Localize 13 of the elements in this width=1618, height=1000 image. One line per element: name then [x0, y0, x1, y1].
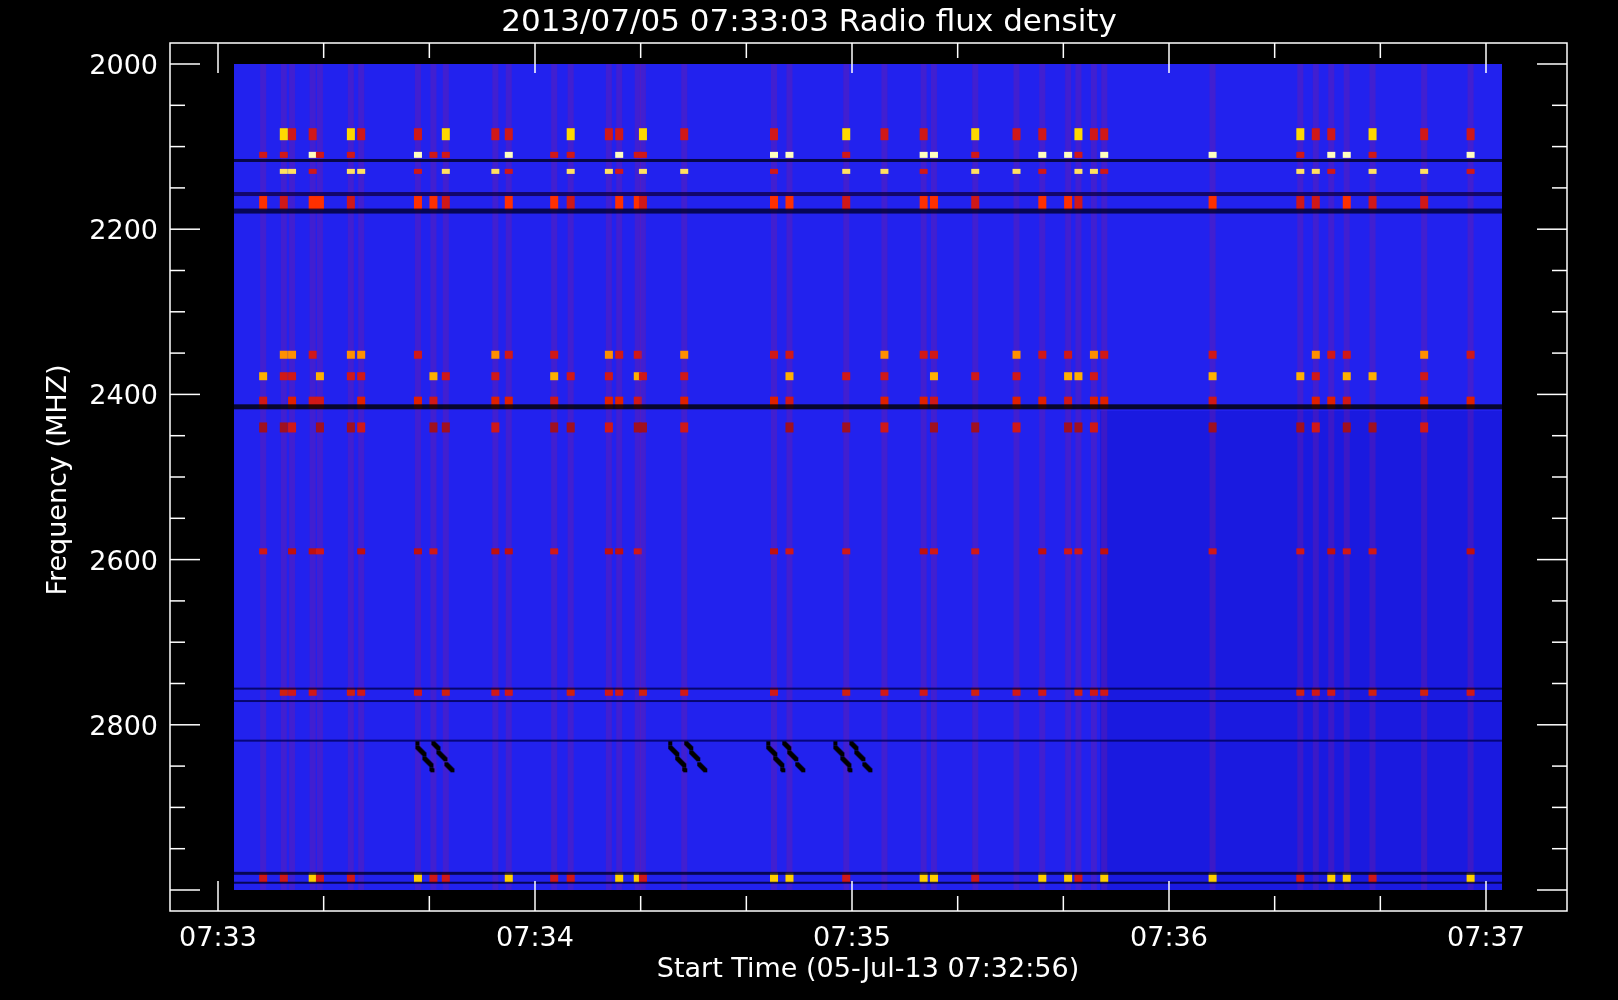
x-tick-label: 07:37: [1447, 921, 1525, 952]
y-tick-label: 2600: [89, 544, 158, 576]
y-axis-label: Frequency (MHZ): [41, 364, 72, 596]
x-tick-label: 07:36: [1130, 921, 1208, 952]
x-tick-label: 07:33: [179, 921, 257, 952]
y-tick-label: 2200: [89, 214, 158, 246]
y-tick-label: 2400: [89, 379, 158, 411]
y-tick-label: 2000: [89, 49, 158, 80]
x-tick-label: 07:35: [813, 921, 891, 952]
x-tick-label: 07:34: [496, 921, 574, 952]
plot-title: 2013/07/05 07:33:03 Radio flux density: [501, 2, 1117, 38]
y-tick-label: 2800: [89, 709, 158, 741]
x-axis-label: Start Time (05-Jul-13 07:32:56): [656, 952, 1080, 983]
